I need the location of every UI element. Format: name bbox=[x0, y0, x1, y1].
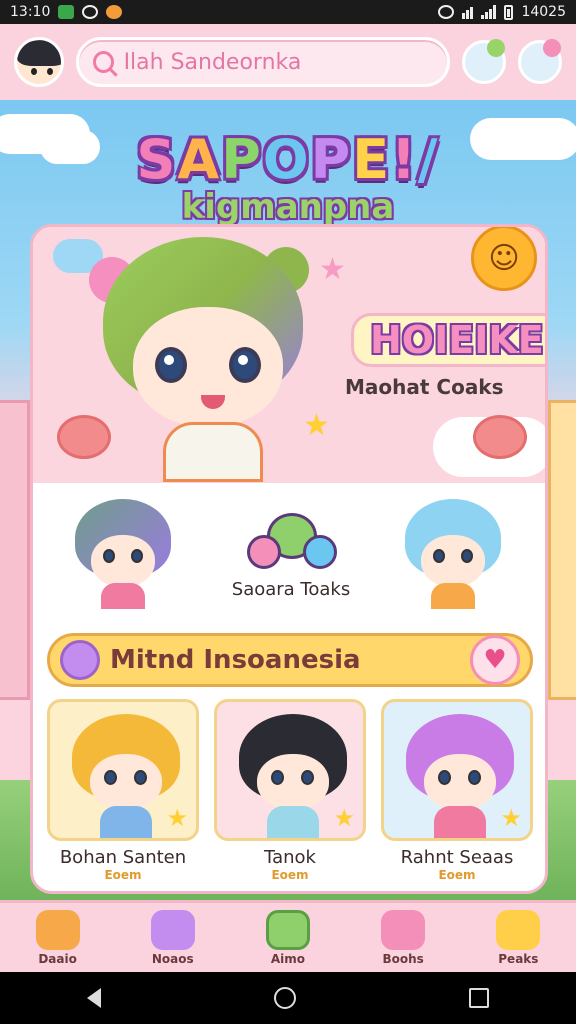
home-button[interactable] bbox=[273, 987, 296, 1009]
hero-badge: HOIEIKE bbox=[351, 313, 545, 367]
main-card: ★ ★ ☺ HOIEIKE Maohat Coaks Saoara Toaks bbox=[30, 224, 548, 894]
favorite-button[interactable]: ♥ bbox=[470, 635, 520, 685]
house-icon bbox=[35, 909, 80, 950]
top-bar bbox=[0, 24, 576, 100]
battery-icon bbox=[504, 4, 514, 20]
bottom-nav: Daaio Noaos Aimo Boohs Peaks bbox=[0, 900, 576, 972]
heart-icon: ♥ bbox=[483, 645, 507, 675]
messages-button[interactable] bbox=[518, 39, 562, 84]
character-subtitle: Eoem bbox=[104, 868, 142, 882]
notification-dot-icon bbox=[487, 39, 505, 57]
blob-icon bbox=[60, 640, 100, 680]
app-logo: SAPOPE!/ kigmanpna bbox=[0, 128, 576, 227]
character-name: Bohan Santen bbox=[59, 847, 187, 868]
nav-label: Peaks bbox=[498, 951, 539, 966]
notification-ring-icon bbox=[82, 5, 99, 19]
character-card[interactable]: ★ Tanok Eoem bbox=[214, 699, 366, 889]
notification-badge-icon bbox=[106, 5, 123, 19]
star-icon: ★ bbox=[500, 804, 522, 832]
character-card[interactable]: ★ Rahnt Seaas Eoem bbox=[381, 699, 533, 889]
star-icon: ★ bbox=[333, 804, 355, 832]
character-subtitle: Eoem bbox=[271, 868, 309, 882]
hero-banner[interactable]: ★ ★ ☺ HOIEIKE Maohat Coaks bbox=[33, 227, 545, 483]
message-dot-icon bbox=[543, 39, 561, 57]
alarm-icon bbox=[438, 5, 455, 19]
hero-character bbox=[89, 237, 323, 482]
chest-icon bbox=[265, 909, 310, 950]
nav-item-daaio[interactable]: Daaio bbox=[8, 909, 108, 966]
search-bar[interactable] bbox=[76, 37, 450, 87]
character-portrait: ★ bbox=[214, 699, 366, 841]
character-name: Tanok bbox=[264, 847, 316, 868]
character-portrait: ★ bbox=[47, 699, 199, 841]
featured-character-left[interactable] bbox=[69, 499, 179, 609]
character-card[interactable]: ★ Bohan Santen Eoem bbox=[47, 699, 199, 889]
character-name: Rahnt Seaas bbox=[400, 847, 514, 868]
logo-title: SAPOPE!/ bbox=[136, 128, 440, 191]
profile-avatar[interactable] bbox=[14, 37, 64, 87]
section-title: Mitnd Insoanesia bbox=[110, 645, 361, 675]
nav-item-peaks[interactable]: Peaks bbox=[468, 909, 568, 966]
clock-right: 14025 bbox=[521, 4, 566, 20]
character-list: ★ Bohan Santen Eoem ★ Tanok Eoem ★ Rahnt Seaas E… bbox=[47, 699, 533, 889]
character-portrait: ★ bbox=[381, 699, 533, 841]
notifications-button[interactable] bbox=[462, 39, 506, 84]
wifi-icon bbox=[462, 5, 474, 19]
nav-label: Noaos bbox=[151, 951, 194, 966]
logo-subtitle: kigmanpna bbox=[181, 187, 395, 227]
nav-label: Daaio bbox=[38, 951, 77, 966]
character-subtitle: Eoem bbox=[438, 868, 476, 882]
clock-left: 13:10 bbox=[10, 4, 51, 20]
house-right bbox=[548, 400, 576, 700]
nav-label: Aimo bbox=[270, 951, 306, 966]
nav-label: Boohs bbox=[382, 951, 424, 966]
character-icon bbox=[496, 909, 541, 950]
star-icon: ★ bbox=[166, 804, 188, 832]
featured-character-right[interactable] bbox=[399, 499, 509, 609]
status-bar: 13:10 14025 bbox=[0, 0, 576, 24]
nav-item-aimo[interactable]: Aimo bbox=[238, 909, 338, 966]
search-icon bbox=[93, 51, 114, 73]
nav-item-noaos[interactable]: Noaos bbox=[123, 909, 223, 966]
search-input[interactable] bbox=[123, 49, 433, 75]
featured-row: Saoara Toaks bbox=[33, 489, 545, 619]
house-left bbox=[0, 400, 30, 700]
blob-creature-icon bbox=[473, 415, 527, 459]
laughing-face-icon[interactable]: ☺ bbox=[471, 227, 537, 291]
star-icon: ★ bbox=[319, 252, 346, 287]
signal-icon bbox=[481, 5, 497, 19]
hero-caption: Maohat Coaks bbox=[345, 375, 504, 399]
system-nav-bar bbox=[0, 972, 576, 1024]
featured-label: Saoara Toaks bbox=[231, 579, 351, 600]
recent-apps-button[interactable] bbox=[469, 988, 490, 1008]
nav-item-boohs[interactable]: Boohs bbox=[353, 909, 453, 966]
notification-app-icon bbox=[58, 5, 75, 19]
candy-icon bbox=[150, 909, 195, 950]
star-icon: ★ bbox=[303, 408, 330, 443]
gumball-icon bbox=[247, 513, 337, 573]
back-button[interactable] bbox=[86, 988, 101, 1008]
section-banner[interactable]: Mitnd Insoanesia ♥ bbox=[47, 633, 533, 687]
bubble-icon bbox=[381, 909, 426, 950]
